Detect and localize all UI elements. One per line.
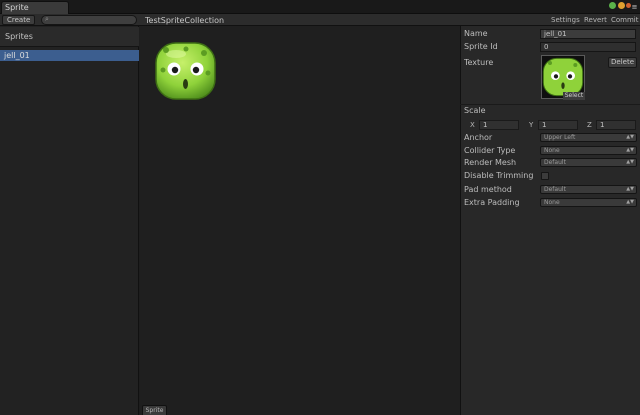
scale-y-field[interactable]: 1 <box>538 120 578 130</box>
render-mesh-label: Render Mesh <box>464 158 517 167</box>
texture-select-button[interactable]: Select <box>563 92 585 100</box>
pad-method-label: Pad method <box>464 185 512 194</box>
render-mesh-value: Default <box>544 159 566 166</box>
pad-method-value: Default <box>544 186 566 193</box>
status-dot-green-icon <box>609 2 616 9</box>
window-tab[interactable]: Sprite Collection <box>1 1 69 24</box>
collection-title: TestSpriteCollection <box>145 16 225 25</box>
scale-x-label: X <box>470 121 475 129</box>
extra-padding-label: Extra Padding <box>464 198 520 207</box>
sprite-preview-image <box>155 42 216 100</box>
anchor-value: Upper Left <box>544 134 576 141</box>
sprite-id-field: 0 <box>540 42 636 52</box>
extra-padding-dropdown[interactable]: None ▲▼ <box>540 198 637 207</box>
sprites-header: Sprites <box>0 27 139 47</box>
menu-icon[interactable]: ≡ <box>630 3 639 12</box>
anchor-label: Anchor <box>464 133 493 142</box>
dropdown-arrow-icon: ▲▼ <box>626 159 634 165</box>
sprite-id-label: Sprite Id <box>464 42 498 51</box>
dropdown-arrow-icon: ▲▼ <box>626 199 634 205</box>
scale-x-field[interactable]: 1 <box>479 120 519 130</box>
disable-trimming-label: Disable Trimming <box>464 171 534 180</box>
dropdown-arrow-icon: ▲▼ <box>626 134 634 140</box>
dropdown-arrow-icon: ▲▼ <box>626 147 634 153</box>
scale-z-field[interactable]: 1 <box>596 120 636 130</box>
create-dropdown-button[interactable]: Create ▾ <box>2 15 35 32</box>
delete-button[interactable]: Delete <box>608 57 637 68</box>
extra-padding-value: None <box>544 199 560 206</box>
disable-trimming-checkbox[interactable] <box>541 172 549 180</box>
pad-method-dropdown[interactable]: Default ▲▼ <box>540 185 637 194</box>
settings-button[interactable]: Settings <box>551 15 580 26</box>
collider-type-value: None <box>544 147 560 154</box>
window-tab-bar <box>0 0 640 14</box>
collider-type-dropdown[interactable]: None ▲▼ <box>540 146 637 155</box>
name-label: Name <box>464 29 488 38</box>
collider-type-label: Collider Type <box>464 146 516 155</box>
render-mesh-dropdown[interactable]: Default ▲▼ <box>540 158 637 167</box>
scale-label: Scale <box>464 106 486 115</box>
sprites-panel <box>0 26 139 415</box>
name-field[interactable]: jell_01 <box>540 29 636 39</box>
search-icon: ⌕ <box>45 15 49 23</box>
section-divider <box>460 104 640 105</box>
revert-button[interactable]: Revert <box>584 15 607 26</box>
scale-z-label: Z <box>587 121 592 129</box>
search-input[interactable] <box>41 15 137 25</box>
commit-button[interactable]: Commit <box>611 15 639 26</box>
sprite-tab[interactable]: Sprite <box>142 405 167 415</box>
scale-y-label: Y <box>529 121 534 129</box>
status-dot-orange-icon <box>618 2 625 9</box>
sprite-list-item[interactable]: jell_01 <box>0 50 139 61</box>
anchor-dropdown[interactable]: Upper Left ▲▼ <box>540 133 637 142</box>
dropdown-arrow-icon: ▲▼ <box>626 186 634 192</box>
texture-label: Texture <box>464 58 494 67</box>
